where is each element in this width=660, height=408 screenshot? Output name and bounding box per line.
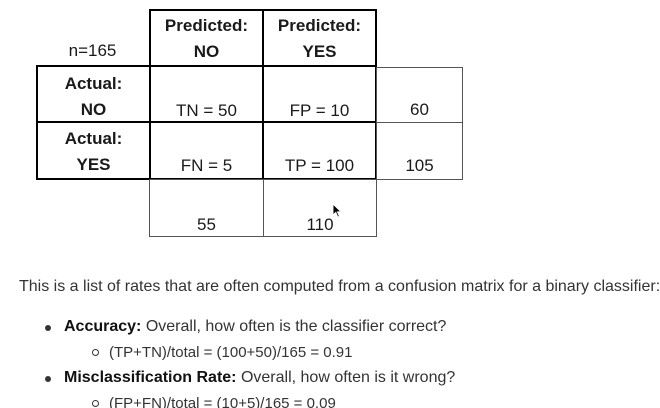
true-positive-value: TP = 100 [284,156,355,175]
accuracy-formula: (TP+TN)/total = (100+50)/165 = 0.91 [109,344,353,361]
header-predicted-yes-line1: Predicted: [277,16,362,35]
page: n=165 Predicted: NO Predicted: YES Actua… [0,0,660,408]
list-item-accuracy: Accuracy: Overall, how often is the clas… [45,318,447,336]
cell-true-negative: TN = 50 [149,65,264,123]
bullet-circle [92,400,99,407]
row-header-actual-no-line1: Actual: [64,74,123,93]
accuracy-description: Overall, how often is the classifier cor… [141,318,447,335]
cell-true-positive: TP = 100 [262,121,377,180]
column-total-yes: 110 [263,179,377,237]
false-negative-value: FN = 5 [180,156,233,175]
sample-size-text: n=165 [68,41,117,60]
true-negative-value: TN = 50 [176,101,237,120]
header-predicted-yes-line2: YES [302,42,337,61]
cell-false-negative: FN = 5 [149,121,264,180]
header-predicted-yes: Predicted: YES [262,9,377,67]
row-header-actual-no-line2: NO [80,100,107,119]
row-total-yes-value: 105 [405,156,434,175]
false-positive-value: FP = 10 [289,101,350,120]
bullet-dot [45,376,51,382]
confusion-matrix: n=165 Predicted: NO Predicted: YES Actua… [0,0,470,245]
list-item-misclassification: Misclassification Rate: Overall, how oft… [45,369,456,387]
misclassification-formula: (FP+FN)/total = (10+5)/165 = 0.09 [109,395,336,408]
list-item-misclassification-formula: (FP+FN)/total = (10+5)/165 = 0.09 [92,395,336,408]
list-item-accuracy-formula: (TP+TN)/total = (100+50)/165 = 0.91 [92,344,352,361]
row-total-yes: 105 [376,122,463,180]
header-predicted-no-line1: Predicted: [164,16,249,35]
column-total-no-value: 55 [197,215,216,234]
header-predicted-no: Predicted: NO [149,9,264,67]
row-header-actual-yes-line2: YES [76,155,111,174]
bullet-dot [45,325,51,331]
row-header-actual-yes: Actual: YES [36,121,151,180]
mouse-pointer-icon [332,202,343,223]
header-predicted-no-line2: NO [193,42,220,61]
accuracy-term: Accuracy: [64,318,142,335]
sample-size-label: n=165 [36,38,149,64]
column-total-yes-value: 110 [306,215,334,234]
intro-text: This is a list of rates that are often c… [19,278,660,295]
misclassification-description: Overall, how often is it wrong? [236,369,456,386]
misclassification-term: Misclassification Rate: [64,369,237,386]
row-total-no-value: 60 [410,100,429,119]
row-total-no: 60 [376,67,463,123]
row-header-actual-yes-line1: Actual: [64,129,123,148]
bullet-circle [92,349,99,356]
cell-false-positive: FP = 10 [262,65,377,123]
row-header-actual-no: Actual: NO [36,65,151,123]
column-total-no: 55 [149,179,264,237]
